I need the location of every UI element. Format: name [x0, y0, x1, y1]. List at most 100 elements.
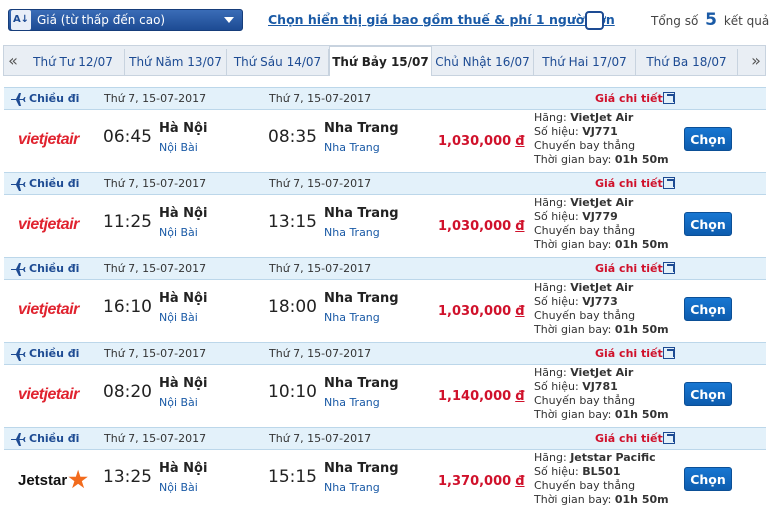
duration-info: Thời gian bay: 01h 50m: [534, 493, 669, 507]
arrival-date: Thứ 7, 15-07-2017: [269, 432, 372, 445]
airline-name: Jetstar Pacific: [570, 451, 656, 464]
arrival-city: Nha Trang: [324, 461, 399, 476]
route-type: Chuyến bay thẳng: [534, 309, 636, 322]
fare-price: 1,140,000 đ: [438, 389, 525, 404]
route-type: Chuyến bay thẳng: [534, 394, 636, 407]
flight-info: Hãng: VietJet Air Số hiệu: VJ779 Chuyến …: [534, 196, 669, 252]
airline-logo-text: vietjetair: [18, 131, 79, 148]
flight-number-info: Số hiệu: VJ779: [534, 210, 669, 224]
arrival-airport: Nha Trang: [324, 226, 380, 239]
flight-direction: Chiều đi: [29, 92, 80, 105]
flight-number-info: Số hiệu: BL501: [534, 465, 669, 479]
departure-city: Hà Nội: [159, 461, 208, 476]
flight-list: Chiều đi Thứ 7, 15-07-2017 Thứ 7, 15-07-…: [4, 87, 766, 512]
select-flight-button[interactable]: Chọn: [684, 212, 732, 236]
external-link-icon[interactable]: [663, 92, 675, 104]
flight-header: Chiều đi Thứ 7, 15-07-2017 Thứ 7, 15-07-…: [4, 342, 766, 365]
external-link-icon[interactable]: [663, 262, 675, 274]
select-flight-button[interactable]: Chọn: [684, 297, 732, 321]
result-count: Tổng số 5 kết quả: [651, 10, 769, 30]
airline-logo: vietjetair: [18, 129, 92, 151]
flight-number-label: Số hiệu:: [534, 295, 579, 308]
flight-number-info: Số hiệu: VJ781: [534, 380, 669, 394]
departure-time: 11:25: [103, 212, 152, 232]
airline-label: Hãng:: [534, 366, 567, 379]
flight-number: VJ771: [582, 125, 618, 138]
flight-header: Chiều đi Thứ 7, 15-07-2017 Thứ 7, 15-07-…: [4, 257, 766, 280]
flight-number-info: Số hiệu: VJ771: [534, 125, 669, 139]
fare-price: 1,030,000 đ: [438, 304, 525, 319]
prev-dates-icon[interactable]: «: [4, 46, 22, 75]
fare-price-value: 1,370,000: [438, 474, 512, 489]
departure-time: 16:10: [103, 297, 152, 317]
duration-info: Thời gian bay: 01h 50m: [534, 323, 669, 337]
duration-label: Thời gian bay:: [534, 323, 612, 336]
airline-logo: vietjetair: [18, 299, 92, 321]
result-count-number: 5: [705, 10, 717, 30]
fare-price: 1,370,000 đ: [438, 474, 525, 489]
flight-header: Chiều đi Thứ 7, 15-07-2017 Thứ 7, 15-07-…: [4, 87, 766, 110]
airplane-icon: [11, 178, 26, 191]
external-link-icon[interactable]: [663, 177, 675, 189]
external-link-icon[interactable]: [663, 432, 675, 444]
tax-toggle-checkbox[interactable]: [585, 11, 604, 30]
departure-date: Thứ 7, 15-07-2017: [104, 347, 207, 360]
date-tab[interactable]: Thứ Sáu 14/07: [227, 49, 329, 75]
sort-select[interactable]: A↓ Giá (từ thấp đến cao): [8, 9, 243, 31]
duration-value: 01h 50m: [614, 408, 669, 421]
price-detail-link[interactable]: Giá chi tiết: [595, 177, 663, 190]
departure-city: Hà Nội: [159, 206, 208, 221]
arrival-date: Thứ 7, 15-07-2017: [269, 262, 372, 275]
date-tab[interactable]: Thứ Tư 12/07: [22, 49, 125, 75]
arrival-city: Nha Trang: [324, 206, 399, 221]
airline-logo-text: vietjetair: [18, 216, 79, 233]
departure-city: Hà Nội: [159, 121, 208, 136]
date-tab[interactable]: Chủ Nhật 16/07: [432, 49, 534, 75]
price-detail-link[interactable]: Giá chi tiết: [595, 262, 663, 275]
duration-value: 01h 50m: [614, 493, 669, 506]
airline-logo-text: Jetstar: [18, 471, 68, 489]
select-flight-button[interactable]: Chọn: [684, 382, 732, 406]
price-detail-link[interactable]: Giá chi tiết: [595, 347, 663, 360]
price-detail-link[interactable]: Giá chi tiết: [595, 92, 663, 105]
fare-price-value: 1,030,000: [438, 304, 512, 319]
airplane-icon: [11, 433, 26, 446]
departure-airport: Nội Bài: [159, 311, 198, 324]
price-detail-link[interactable]: Giá chi tiết: [595, 432, 663, 445]
airline-logo: vietjetair: [18, 214, 92, 236]
date-tab[interactable]: Thứ Năm 13/07: [125, 49, 227, 75]
airline-label: Hãng:: [534, 451, 567, 464]
airline-info: Hãng: VietJet Air: [534, 111, 669, 125]
duration-label: Thời gian bay:: [534, 493, 612, 506]
flight-direction: Chiều đi: [29, 347, 80, 360]
tax-toggle-link[interactable]: Chọn hiển thị giá bao gồm thuế & phí 1 n…: [268, 12, 615, 27]
airline-name: VietJet Air: [570, 366, 634, 379]
select-flight-button[interactable]: Chọn: [684, 467, 732, 491]
flight-number-label: Số hiệu:: [534, 380, 579, 393]
arrival-city: Nha Trang: [324, 376, 399, 391]
external-link-icon[interactable]: [663, 347, 675, 359]
departure-airport: Nội Bài: [159, 396, 198, 409]
date-tab[interactable]: Thứ Bảy 15/07: [329, 46, 432, 76]
sort-select-value: Giá (từ thấp đến cao): [37, 13, 166, 27]
duration-label: Thời gian bay:: [534, 153, 612, 166]
sort-ascending-icon: A↓: [11, 10, 31, 30]
arrival-time: 18:00: [268, 297, 317, 317]
fare-price-value: 1,030,000: [438, 219, 512, 234]
airline-info: Hãng: VietJet Air: [534, 366, 669, 380]
date-tab[interactable]: Thứ Hai 17/07: [534, 49, 636, 75]
departure-date: Thứ 7, 15-07-2017: [104, 262, 207, 275]
arrival-airport: Nha Trang: [324, 481, 380, 494]
departure-city: Hà Nội: [159, 376, 208, 391]
fare-price-value: 1,030,000: [438, 134, 512, 149]
date-tabs: « Thứ Tư 12/07 Thứ Năm 13/07 Thứ Sáu 14/07…: [3, 45, 766, 76]
date-tab[interactable]: Thứ Ba 18/07: [636, 49, 738, 75]
departure-time: 08:20: [103, 382, 152, 402]
arrival-airport: Nha Trang: [324, 141, 380, 154]
airline-label: Hãng:: [534, 281, 567, 294]
airline-label: Hãng:: [534, 111, 567, 124]
arrival-city: Nha Trang: [324, 121, 399, 136]
next-dates-icon[interactable]: »: [747, 46, 765, 75]
select-flight-button[interactable]: Chọn: [684, 127, 732, 151]
departure-time: 13:25: [103, 467, 152, 487]
